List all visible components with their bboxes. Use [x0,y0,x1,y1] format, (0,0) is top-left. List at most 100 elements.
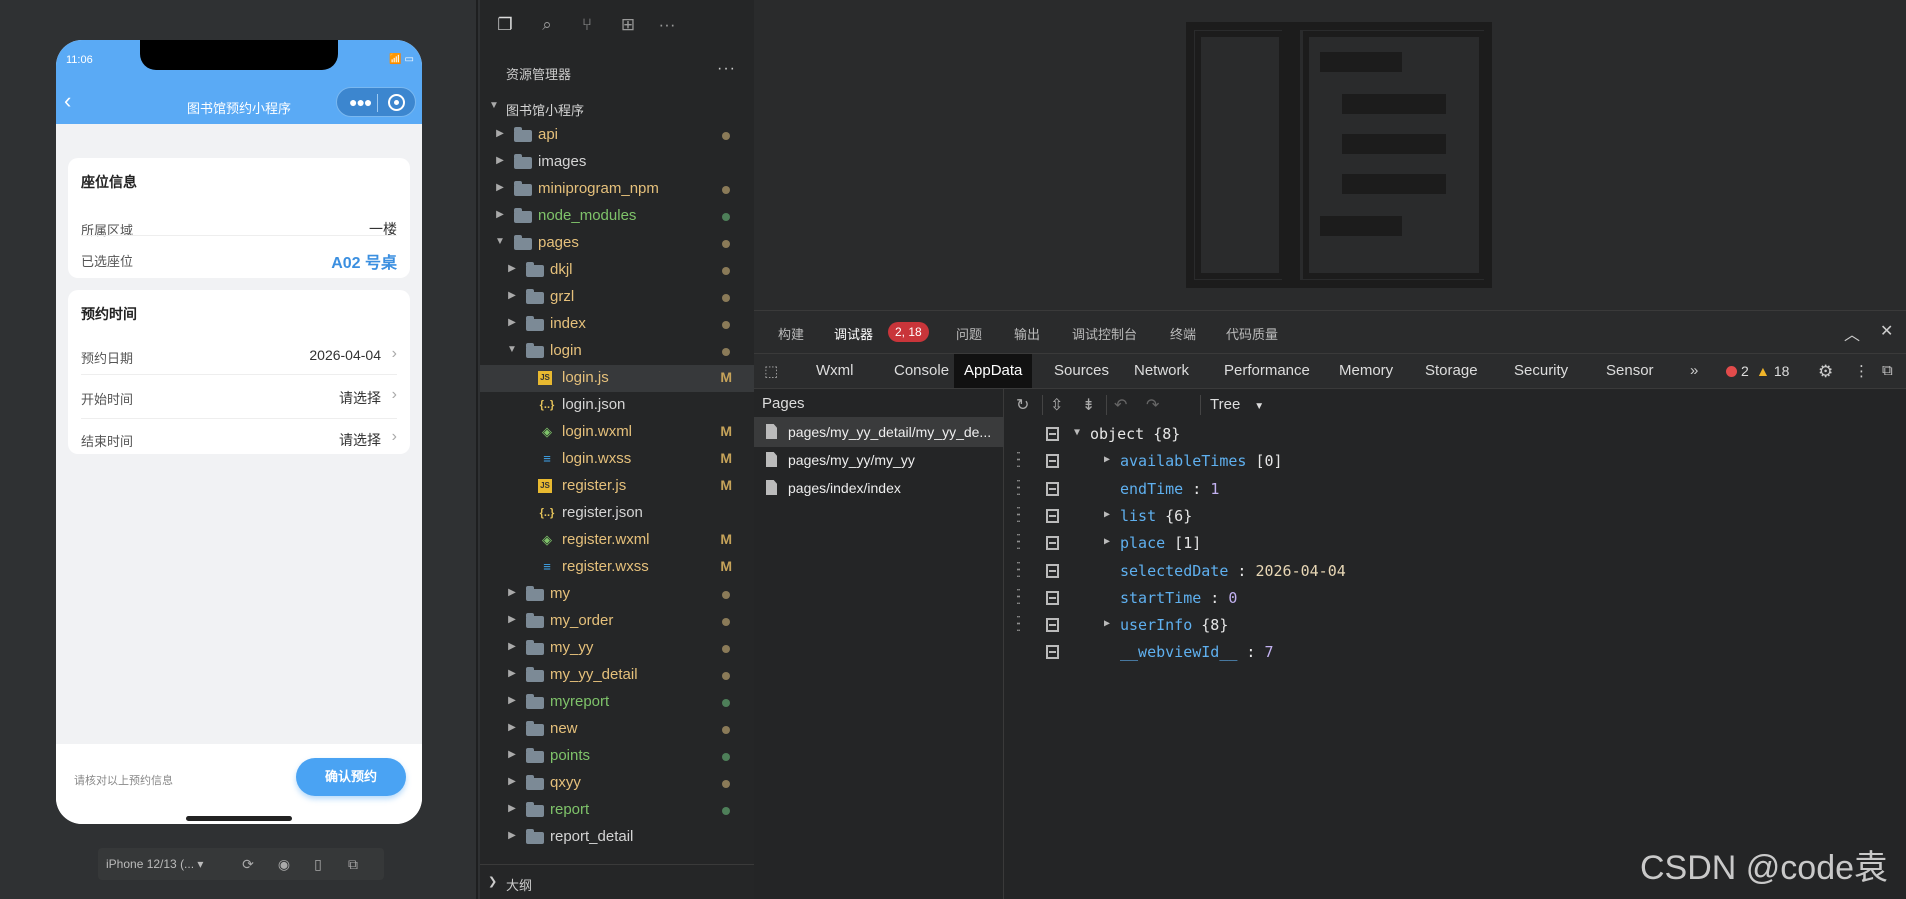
confirm-button[interactable]: 确认预约 [296,758,406,796]
close-icon[interactable]: ✕ [1880,321,1893,341]
extensions-icon[interactable]: ⊞ [617,14,639,36]
subtab-security[interactable]: Security [1504,354,1578,388]
tree-file[interactable]: ◈ register.wxml M [480,527,754,554]
drag-handle-icon[interactable]: ⁚⁚ ⁚⁚ [1016,533,1028,551]
chevron-right-icon[interactable]: ▶ [1104,454,1110,465]
tree-folder[interactable]: ▶ report_detail [480,824,754,851]
collapse-box-icon[interactable] [1046,536,1059,551]
error-count[interactable]: 2 [1726,363,1749,379]
tab-output[interactable]: 输出 [1014,324,1040,343]
subtab-memory[interactable]: Memory [1329,354,1403,388]
view-mode-select[interactable]: Tree ▼ [1210,396,1264,413]
node-value[interactable]: 1 [1210,480,1219,498]
tree-file[interactable]: ◈ login.wxml M [480,419,754,446]
source-control-icon[interactable]: ⑂ [576,14,598,36]
collapse-all-icon[interactable]: ⇟ [1082,395,1095,415]
tree-folder[interactable]: ▶ qxyy [480,770,754,797]
tree-folder[interactable]: ▶ report [480,797,754,824]
collapse-box-icon[interactable] [1046,508,1059,523]
tab-debug-console[interactable]: 调试控制台 [1072,324,1137,343]
tree-folder[interactable]: ▶ my_order [480,608,754,635]
capsule-menu[interactable]: ●●● [336,87,416,117]
tree-folder[interactable]: ▶ node_modules [480,203,754,230]
tree-file[interactable]: ≡ login.wxss M [480,446,754,473]
node-value[interactable]: 2026-04-04 [1255,562,1345,580]
tree-folder[interactable]: ▶ api [480,122,754,149]
subtab-storage[interactable]: Storage [1415,354,1488,388]
chevron-right-icon[interactable]: ▶ [1104,509,1110,520]
subtab-sensor[interactable]: Sensor [1596,354,1664,388]
chevron-right-icon[interactable]: ▶ [1104,536,1110,547]
tree-file[interactable]: JS register.js M [480,473,754,500]
tree-file[interactable]: {..} login.json [480,392,754,419]
page-item[interactable]: pages/index/index [754,473,1004,503]
subtab-wxml[interactable]: Wxml [806,354,864,388]
start-time-row[interactable]: 开始时间 请选择 › [81,374,397,418]
subtab-sources[interactable]: Sources [1044,354,1119,388]
tree-folder[interactable]: ▶ my_yy [480,635,754,662]
page-item[interactable]: pages/my_yy_detail/my_yy_de... [754,417,1004,447]
tree-folder[interactable]: ▶ dkjl [480,257,754,284]
tab-terminal[interactable]: 终端 [1170,324,1196,343]
collapse-box-icon[interactable] [1046,454,1059,469]
subtab-network[interactable]: Network [1124,354,1199,388]
tab-problems[interactable]: 问题 [956,324,982,343]
collapse-box-icon[interactable] [1046,618,1059,633]
drag-handle-icon[interactable]: ⁚⁚ ⁚⁚ [1016,561,1028,579]
tree-folder[interactable]: ▶ my_yy_detail [480,662,754,689]
end-time-row[interactable]: 结束时间 请选择 › [81,418,397,454]
refresh-icon[interactable]: ↻ [1016,395,1029,415]
phone-icon[interactable]: ▯ [309,855,327,873]
outline-section[interactable]: ❯ 大纲 [480,864,754,899]
subtab-console[interactable]: Console [884,354,959,388]
tree-file[interactable]: ≡ register.wxss M [480,554,754,581]
subtab-performance[interactable]: Performance [1214,354,1320,388]
more-icon[interactable]: ●●● [349,94,372,110]
collapse-box-icon[interactable] [1046,563,1059,578]
search-icon[interactable]: ⌕ [536,14,558,36]
tree-file[interactable]: {..} register.json [480,500,754,527]
warning-count[interactable]: ▲ 18 [1756,363,1789,379]
tab-code-quality[interactable]: 代码质量 [1226,324,1278,343]
collapse-box-icon[interactable] [1046,427,1059,441]
window-icon[interactable]: ⧉ [344,855,362,873]
tree-root[interactable]: ▼ 图书馆小程序 [480,94,754,121]
tree-file[interactable]: JS login.js M [480,365,754,392]
tree-folder[interactable]: ▶ index [480,311,754,338]
files-icon[interactable]: ❐ [494,14,516,36]
subtab-appdata[interactable]: AppData [954,354,1033,388]
tab-debugger[interactable]: 调试器 [834,324,874,355]
drag-handle-icon[interactable]: ⁚⁚ ⁚⁚ [1016,615,1028,633]
tree-folder[interactable]: ▶ my [480,581,754,608]
tree-folder[interactable]: ▶ myreport [480,689,754,716]
dock-icon[interactable]: ⧉ [1882,362,1893,379]
tree-folder[interactable]: ▼ pages [480,230,754,257]
drag-handle-icon[interactable]: ⁚⁚ ⁚⁚ [1016,588,1028,606]
node-value[interactable]: 7 [1265,643,1274,661]
drag-handle-icon[interactable]: ⁚⁚ ⁚⁚ [1016,506,1028,524]
node-value[interactable]: 0 [1228,589,1237,607]
tree-folder[interactable]: ▶ images [480,149,754,176]
more-tabs-icon[interactable]: » [1690,362,1698,379]
tree-folder[interactable]: ▶ grzl [480,284,754,311]
collapse-box-icon[interactable] [1046,481,1059,496]
record-icon[interactable]: ◉ [275,855,293,873]
kebab-menu-icon[interactable]: ⋮ [1854,362,1869,380]
expand-all-icon[interactable]: ⇳ [1050,395,1063,415]
tree-folder[interactable]: ▼ login [480,338,754,365]
tree-folder[interactable]: ▶ miniprogram_npm [480,176,754,203]
tab-build[interactable]: 构建 [778,324,804,343]
tree-folder[interactable]: ▶ points [480,743,754,770]
inspect-icon[interactable]: ⬚ [764,362,778,380]
gear-icon[interactable]: ⚙ [1818,362,1833,382]
rotate-icon[interactable]: ⟳ [239,855,257,873]
drag-handle-icon[interactable]: ⁚⁚ ⁚⁚ [1016,451,1028,469]
more-icon[interactable]: ··· [656,14,678,36]
drag-handle-icon[interactable]: ⁚⁚ ⁚⁚ [1016,479,1028,497]
page-item[interactable]: pages/my_yy/my_yy [754,445,1004,475]
more-actions-icon[interactable]: ··· [717,60,736,78]
chevron-right-icon[interactable]: ▶ [1104,618,1110,629]
undo-icon[interactable]: ↶ [1114,395,1127,415]
collapse-box-icon[interactable] [1046,590,1059,605]
close-target-icon[interactable] [388,94,405,111]
